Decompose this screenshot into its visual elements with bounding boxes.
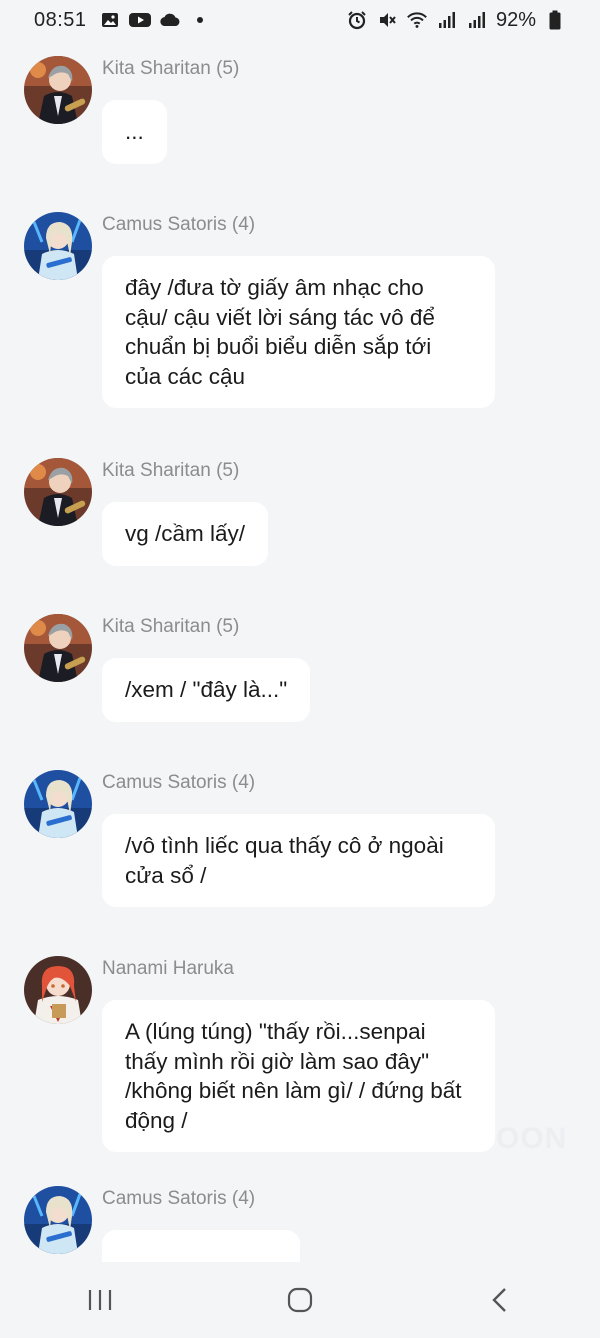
home-icon[interactable] bbox=[270, 1270, 330, 1330]
message-bubble[interactable]: /vô tình liếc qua thấy cô ở ngoài cửa sổ… bbox=[102, 814, 495, 907]
status-bar: 08:51 92% bbox=[0, 0, 600, 40]
wifi-icon bbox=[406, 9, 428, 31]
sender-name: Camus Satoris (4) bbox=[102, 1188, 256, 1209]
avatar[interactable] bbox=[24, 614, 92, 682]
message-bubble[interactable]: đây /đưa tờ giấy âm nhạc cho cậu/ cậu vi… bbox=[102, 256, 495, 408]
sender-name: Kita Sharitan (5) bbox=[102, 460, 240, 481]
alarm-icon bbox=[346, 9, 368, 31]
message-bubble[interactable]: /xem / "đây là..." bbox=[102, 658, 311, 722]
avatar[interactable] bbox=[24, 56, 92, 124]
signal-icon bbox=[466, 9, 488, 31]
dot-icon bbox=[189, 9, 211, 31]
back-icon[interactable] bbox=[470, 1270, 530, 1330]
sender-name: Camus Satoris (4) bbox=[102, 772, 256, 793]
clock: 08:51 bbox=[34, 8, 87, 31]
message-bubble[interactable]: ... bbox=[102, 100, 167, 164]
avatar[interactable] bbox=[24, 212, 92, 280]
battery-percent: 92% bbox=[495, 8, 536, 31]
youtube-icon bbox=[128, 9, 151, 31]
message-bubble[interactable] bbox=[102, 1230, 300, 1262]
message-bubble[interactable]: A (lúng túng) "thấy rồi...senpai thấy mì… bbox=[102, 1000, 495, 1152]
mute-icon bbox=[376, 9, 398, 31]
status-bar-right: 92% bbox=[346, 9, 566, 32]
avatar[interactable] bbox=[24, 770, 92, 838]
watermark: OON bbox=[496, 1122, 568, 1155]
navigation-bar bbox=[0, 1262, 600, 1338]
sender-name: Camus Satoris (4) bbox=[102, 214, 256, 235]
sender-name: Nanami Haruka bbox=[102, 958, 234, 979]
avatar[interactable] bbox=[24, 458, 92, 526]
cloud-icon bbox=[159, 9, 181, 31]
gallery-icon bbox=[99, 9, 121, 31]
signal-icon bbox=[436, 9, 458, 31]
sender-name: Kita Sharitan (5) bbox=[102, 616, 240, 637]
battery-icon bbox=[544, 9, 566, 31]
avatar[interactable] bbox=[24, 956, 92, 1024]
avatar[interactable] bbox=[24, 1186, 92, 1254]
chat-log[interactable]: Kita Sharitan (5)... Camus Satoris (4) đây… bbox=[0, 40, 600, 1262]
status-bar-left: 08:51 bbox=[34, 9, 211, 32]
recent-apps-icon[interactable] bbox=[70, 1270, 130, 1330]
message-bubble[interactable]: vg /cầm lấy/ bbox=[102, 502, 269, 566]
sender-name: Kita Sharitan (5) bbox=[102, 58, 240, 79]
